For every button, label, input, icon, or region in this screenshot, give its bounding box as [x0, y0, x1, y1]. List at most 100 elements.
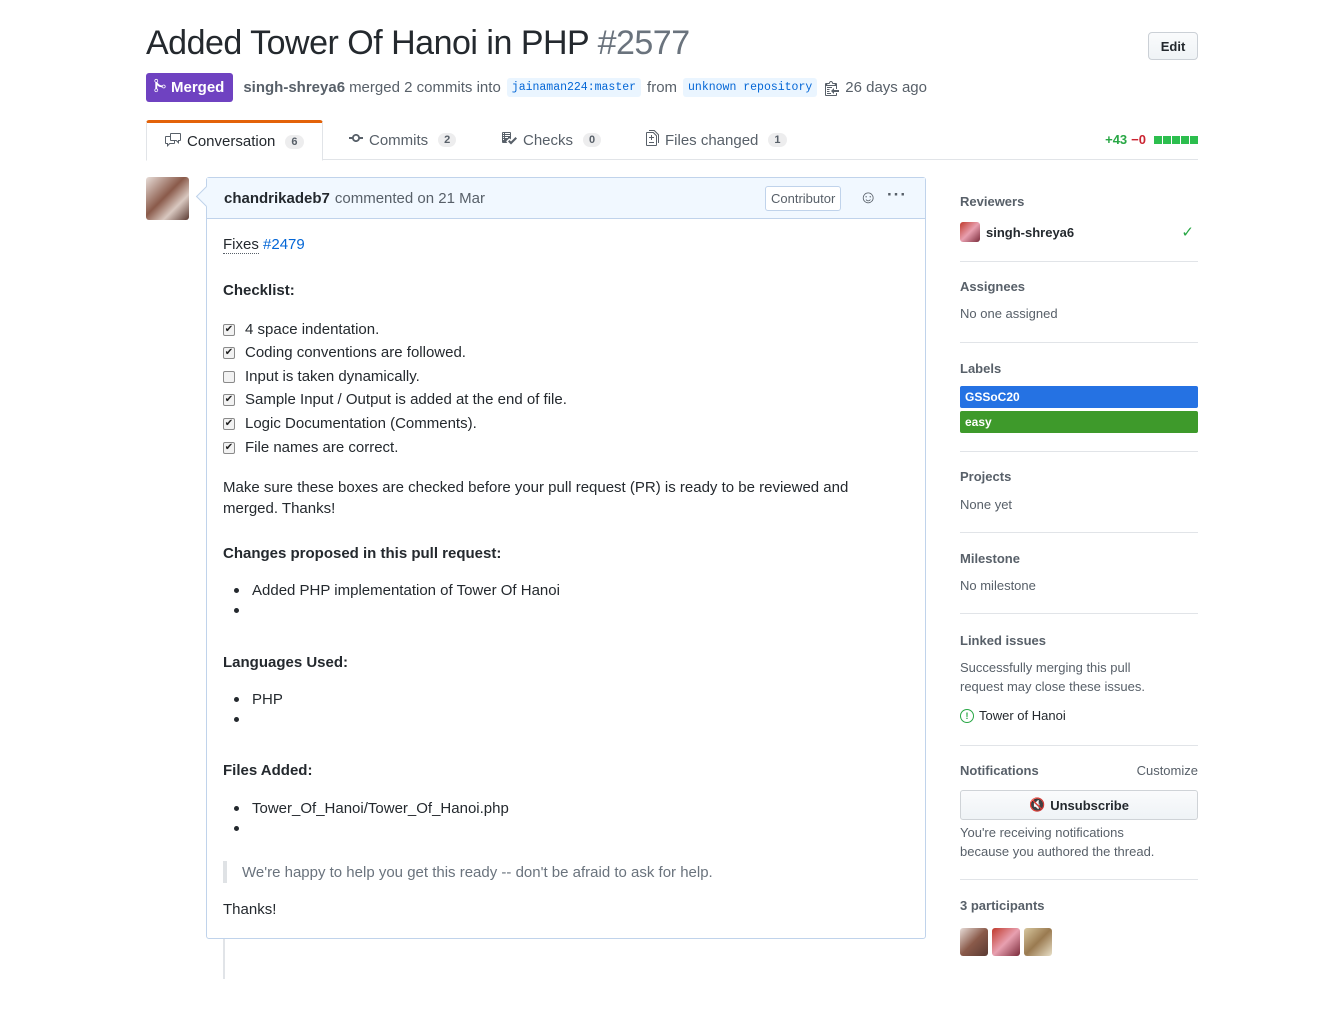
- checkbox-checked: ✔: [223, 323, 235, 336]
- checklist-item: ✔ Coding conventions are followed.: [223, 344, 466, 361]
- notifications-text-1: You're receiving notifications: [960, 825, 1124, 840]
- git-commit-icon: [349, 130, 363, 150]
- git-merge-icon: [154, 78, 166, 97]
- customize-link[interactable]: Customize: [1137, 763, 1198, 778]
- checklist-item-label: Input is taken dynamically.: [245, 368, 420, 385]
- projects-title[interactable]: Projects: [960, 469, 1198, 484]
- reviewers-title[interactable]: Reviewers: [960, 194, 1198, 209]
- checklist-item-label: Logic Documentation (Comments).: [245, 415, 477, 432]
- tab-files-changed-count: 1: [768, 133, 787, 147]
- from-text: from: [647, 79, 678, 96]
- divider: [960, 745, 1198, 746]
- tab-commits[interactable]: Commits 2: [349, 120, 457, 160]
- comment-timestamp[interactable]: commented on 21 Mar: [335, 190, 485, 207]
- unsubscribe-label: Unsubscribe: [1050, 797, 1129, 813]
- linked-issue-title[interactable]: Tower of Hanoi: [979, 708, 1066, 723]
- reviewers-section: Reviewers singh-shreya6 ✓: [960, 194, 1198, 242]
- tab-checks-label: Checks: [523, 131, 574, 149]
- changes-heading: Changes proposed in this pull request:: [223, 545, 502, 562]
- pr-tabs: Conversation 6 Commits 2 Checks 0 Files …: [146, 120, 1198, 161]
- tab-files-changed-label: Files changed: [665, 131, 759, 149]
- participants-avatars: [960, 928, 1198, 956]
- pr-description-comment: chandrikadeb7 commented on 21 Mar Contri…: [206, 177, 926, 939]
- avatar[interactable]: [960, 928, 988, 956]
- list-item: Tower_Of_Hanoi/Tower_Of_Hanoi.php: [223, 800, 509, 817]
- clipboard-icon[interactable]: [825, 80, 840, 96]
- checklist-item: Input is taken dynamically.: [223, 368, 420, 385]
- fixes-line: Fixes #2479: [223, 236, 305, 254]
- mute-icon: 🔇: [1029, 797, 1046, 812]
- tab-conversation[interactable]: Conversation 6: [146, 120, 323, 161]
- linked-issue-row[interactable]: ! Tower of Hanoi: [960, 708, 1198, 723]
- list-item: [223, 608, 252, 613]
- milestone-title[interactable]: Milestone: [960, 551, 1198, 566]
- projects-text: None yet: [960, 497, 1013, 512]
- pr-title: Added Tower Of Hanoi in PHP #2577: [146, 24, 690, 63]
- divider: [960, 532, 1198, 533]
- tab-files-changed[interactable]: Files changed 1: [646, 120, 787, 160]
- diffstat-blocks: [1154, 135, 1198, 144]
- merger-link[interactable]: singh-shreya6: [243, 79, 345, 96]
- unsubscribe-button[interactable]: 🔇 Unsubscribe: [960, 790, 1198, 820]
- notifications-text-2: because you authored the thread.: [960, 844, 1155, 859]
- fixes-issue-link[interactable]: #2479: [263, 236, 305, 253]
- list-item-text: Tower_Of_Hanoi/Tower_Of_Hanoi.php: [252, 800, 509, 817]
- reviewer-name[interactable]: singh-shreya6: [986, 225, 1074, 240]
- list-item: [223, 826, 252, 831]
- files-heading: Files Added:: [223, 762, 313, 779]
- divider: [960, 613, 1198, 614]
- checkbox-checked: ✔: [223, 346, 235, 359]
- check-icon: ✓: [1181, 224, 1194, 241]
- list-item: Added PHP implementation of Tower Of Han…: [223, 582, 560, 599]
- linked-issues-text-2: request may close these issues.: [960, 679, 1145, 694]
- base-branch[interactable]: jainaman224:master: [506, 78, 642, 97]
- labels-section: Labels: [960, 361, 1198, 376]
- checklist-item: ✔ Logic Documentation (Comments).: [223, 415, 477, 432]
- labels-title[interactable]: Labels: [960, 361, 1198, 376]
- fixes-keyword: Fixes: [223, 236, 259, 254]
- diffstat: +43 −0: [1105, 132, 1198, 147]
- merged-status-label: Merged: [171, 79, 225, 96]
- edit-button[interactable]: Edit: [1148, 32, 1198, 60]
- linked-issues-section: Linked issues Successfully merging this …: [960, 633, 1198, 723]
- assignees-section: Assignees No one assigned: [960, 279, 1198, 321]
- participants-section: 3 participants: [960, 898, 1198, 956]
- closing-text: Thanks!: [223, 901, 277, 918]
- merged-time: 26 days ago: [845, 79, 927, 96]
- commenter-avatar[interactable]: [146, 177, 189, 220]
- list-item: PHP: [223, 691, 283, 708]
- head-branch[interactable]: unknown repository: [683, 78, 818, 97]
- tab-checks[interactable]: Checks 0: [501, 120, 602, 160]
- checklist-icon: [501, 130, 517, 150]
- tab-checks-count: 0: [583, 133, 602, 147]
- divider: [960, 261, 1198, 262]
- avatar[interactable]: [992, 928, 1020, 956]
- tab-commits-label: Commits: [369, 131, 429, 149]
- label-gssoc20[interactable]: GSSoC20: [960, 386, 1198, 408]
- checklist-item-label: 4 space indentation.: [245, 321, 380, 338]
- reviewer-row: singh-shreya6 ✓: [960, 222, 1198, 242]
- kebab-horizontal-icon[interactable]: ···: [887, 185, 907, 205]
- merged-text: merged 2 commits into: [349, 79, 501, 96]
- list-item-text: Added PHP implementation of Tower Of Han…: [252, 582, 560, 599]
- checkbox-checked: ✔: [223, 393, 235, 406]
- issue-opened-icon: !: [960, 708, 974, 723]
- milestone-text: No milestone: [960, 578, 1036, 593]
- comment-author[interactable]: chandrikadeb7: [224, 190, 330, 207]
- assignees-title[interactable]: Assignees: [960, 279, 1198, 294]
- languages-heading: Languages Used:: [223, 654, 349, 671]
- checklist-item-label: File names are correct.: [245, 439, 399, 456]
- reviewer-avatar[interactable]: [960, 222, 980, 242]
- milestone-section: Milestone No milestone: [960, 551, 1198, 593]
- smiley-icon[interactable]: ☺: [859, 188, 877, 206]
- timeline-line: [223, 939, 225, 979]
- contributor-badge: Contributor: [765, 186, 842, 211]
- list-item: [223, 717, 252, 722]
- checklist-item: ✔ 4 space indentation.: [223, 321, 379, 338]
- linked-issues-title: Linked issues: [960, 633, 1046, 648]
- diffstat-additions: +43: [1105, 132, 1128, 147]
- checkbox-unchecked: [223, 370, 235, 383]
- checkbox-checked: ✔: [223, 417, 235, 430]
- label-easy[interactable]: easy: [960, 411, 1198, 433]
- avatar[interactable]: [1024, 928, 1052, 956]
